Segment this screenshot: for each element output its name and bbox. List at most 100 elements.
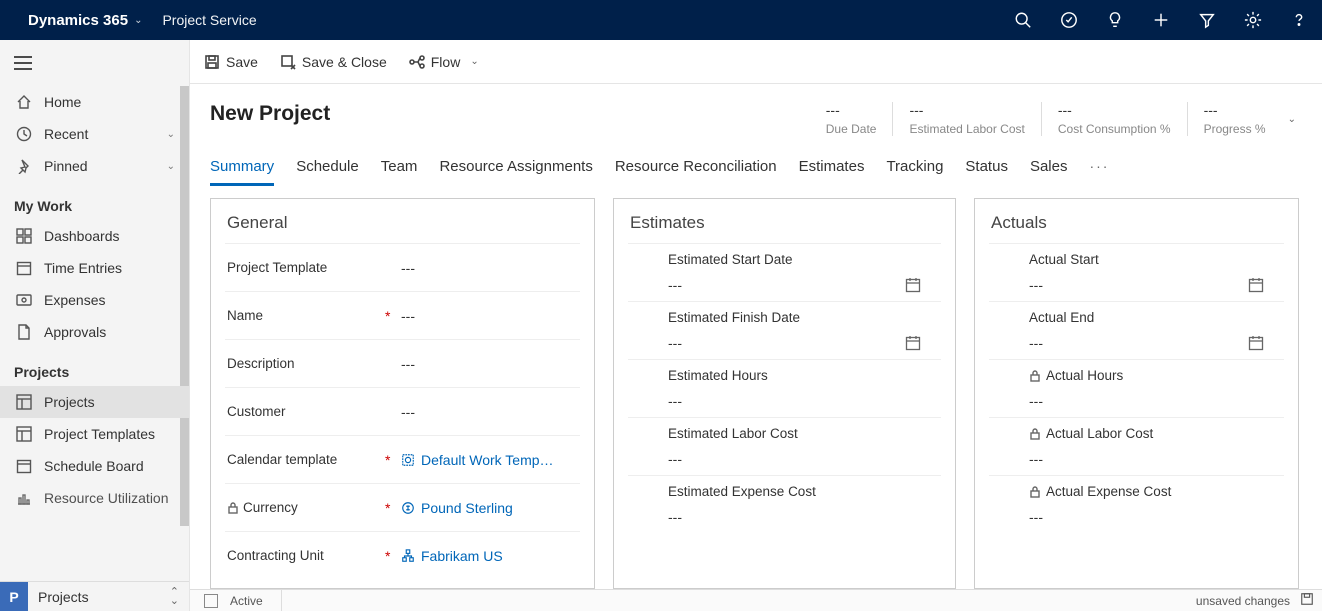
save-close-icon bbox=[280, 54, 296, 70]
field-est-start-date[interactable]: Estimated Start Date --- bbox=[628, 243, 941, 301]
tab-resource-reconciliation[interactable]: Resource Reconciliation bbox=[615, 158, 777, 186]
sidebar-item-recent[interactable]: Recent ⌄ bbox=[0, 118, 189, 150]
tab-resource-assignments[interactable]: Resource Assignments bbox=[439, 158, 592, 186]
sidebar-item-resource-utilization[interactable]: Resource Utilization bbox=[0, 482, 189, 514]
flow-button[interactable]: Flow ⌄ bbox=[409, 54, 479, 70]
field-est-labor-cost[interactable]: Estimated Labor Cost --- bbox=[628, 417, 941, 475]
command-bar: Save Save & Close Flow ⌄ bbox=[190, 40, 1322, 84]
field-est-hours[interactable]: Estimated Hours --- bbox=[628, 359, 941, 417]
field-actual-expense-cost[interactable]: Actual Expense Cost --- bbox=[989, 475, 1284, 533]
chevron-down-icon: ⌄ bbox=[470, 56, 478, 67]
field-calendar-template[interactable]: Calendar template * Default Work Temp… bbox=[225, 435, 580, 483]
field-contracting-unit[interactable]: Contracting Unit * Fabrikam US bbox=[225, 531, 580, 579]
field-est-expense-cost[interactable]: Estimated Expense Cost --- bbox=[628, 475, 941, 533]
tab-schedule[interactable]: Schedule bbox=[296, 158, 359, 186]
sidebar-item-label: Expenses bbox=[44, 292, 105, 308]
form-tabs: Summary Schedule Team Resource Assignmen… bbox=[190, 136, 1322, 186]
currency-icon bbox=[401, 501, 415, 515]
field-project-template[interactable]: Project Template --- bbox=[225, 243, 580, 291]
calendar-icon[interactable] bbox=[1248, 335, 1264, 351]
sidebar-item-label: Home bbox=[44, 94, 81, 110]
calendar-icon[interactable] bbox=[1248, 277, 1264, 293]
sidebar-item-home[interactable]: Home bbox=[0, 86, 189, 118]
sidebar-section-mywork: My Work bbox=[0, 182, 189, 220]
status-bar: Active unsaved changes bbox=[190, 589, 1322, 611]
sidebar-item-time-entries[interactable]: Time Entries bbox=[0, 252, 189, 284]
section-title: Actuals bbox=[975, 199, 1298, 243]
page-title: New Project bbox=[210, 102, 330, 126]
sidebar-section-projects: Projects bbox=[0, 348, 189, 386]
sidebar-item-label: Dashboards bbox=[44, 228, 120, 244]
section-title: Estimates bbox=[614, 199, 955, 243]
app-name-label[interactable]: Project Service bbox=[162, 12, 256, 28]
save-close-button[interactable]: Save & Close bbox=[280, 54, 387, 70]
field-actual-labor-cost[interactable]: Actual Labor Cost --- bbox=[989, 417, 1284, 475]
chevron-down-icon: ⌄ bbox=[167, 161, 175, 172]
record-status[interactable]: Active bbox=[190, 590, 282, 611]
document-icon bbox=[14, 324, 34, 340]
filter-icon[interactable] bbox=[1184, 0, 1230, 40]
sidebar-item-pinned[interactable]: Pinned ⌄ bbox=[0, 150, 189, 182]
sidebar-item-approvals[interactable]: Approvals bbox=[0, 316, 189, 348]
section-general: General Project Template --- Name * --- … bbox=[210, 198, 595, 589]
add-icon[interactable] bbox=[1138, 0, 1184, 40]
app-launcher-icon[interactable] bbox=[0, 11, 28, 29]
field-currency[interactable]: Currency * Pound Sterling bbox=[225, 483, 580, 531]
tab-sales[interactable]: Sales bbox=[1030, 158, 1068, 186]
section-actuals: Actuals Actual Start --- Actual End --- … bbox=[974, 198, 1299, 589]
up-down-icon[interactable]: ⌃⌄ bbox=[160, 588, 189, 606]
area-label: Projects bbox=[28, 589, 160, 605]
clock-icon bbox=[14, 126, 34, 142]
tab-team[interactable]: Team bbox=[381, 158, 418, 186]
chevron-down-icon: ⌄ bbox=[167, 129, 175, 140]
sidebar-item-project-templates[interactable]: Project Templates bbox=[0, 418, 189, 450]
tab-summary[interactable]: Summary bbox=[210, 158, 274, 186]
metric-est-labor-cost[interactable]: --- Estimated Labor Cost bbox=[892, 102, 1040, 136]
field-description[interactable]: Description --- bbox=[225, 339, 580, 387]
help-icon[interactable] bbox=[1276, 0, 1322, 40]
sidebar-item-label: Approvals bbox=[44, 324, 106, 340]
field-customer[interactable]: Customer --- bbox=[225, 387, 580, 435]
brand-label[interactable]: Dynamics 365 bbox=[28, 12, 134, 29]
sidebar-item-expenses[interactable]: Expenses bbox=[0, 284, 189, 316]
sidebar-area-switcher[interactable]: P Projects ⌃⌄ bbox=[0, 581, 189, 611]
save-icon[interactable] bbox=[1300, 592, 1322, 609]
save-icon bbox=[204, 54, 220, 70]
task-icon[interactable] bbox=[1046, 0, 1092, 40]
field-actual-hours[interactable]: Actual Hours --- bbox=[989, 359, 1284, 417]
metric-progress[interactable]: --- Progress % bbox=[1187, 102, 1282, 136]
field-actual-end[interactable]: Actual End --- bbox=[989, 301, 1284, 359]
metric-due-date[interactable]: --- Due Date bbox=[810, 102, 893, 136]
tab-tracking[interactable]: Tracking bbox=[886, 158, 943, 186]
chevron-down-icon[interactable]: ⌄ bbox=[134, 15, 162, 26]
sidebar-item-label: Project Templates bbox=[44, 426, 155, 442]
chevron-down-icon[interactable]: ⌄ bbox=[1282, 102, 1302, 136]
calendar-icon[interactable] bbox=[905, 335, 921, 351]
sidebar-item-projects[interactable]: Projects bbox=[0, 386, 189, 418]
cmd-label: Save bbox=[226, 54, 258, 70]
field-name[interactable]: Name * --- bbox=[225, 291, 580, 339]
form-header: New Project --- Due Date --- Estimated L… bbox=[190, 84, 1322, 136]
search-icon[interactable] bbox=[1000, 0, 1046, 40]
metric-cost-consumption[interactable]: --- Cost Consumption % bbox=[1041, 102, 1187, 136]
money-icon bbox=[14, 292, 34, 308]
field-est-finish-date[interactable]: Estimated Finish Date --- bbox=[628, 301, 941, 359]
field-actual-start[interactable]: Actual Start --- bbox=[989, 243, 1284, 301]
section-estimates: Estimates Estimated Start Date --- Estim… bbox=[613, 198, 956, 589]
tab-status[interactable]: Status bbox=[965, 158, 1008, 186]
dashboard-icon bbox=[14, 228, 34, 244]
pin-icon bbox=[14, 158, 34, 174]
sidebar-item-label: Resource Utilization bbox=[44, 490, 169, 506]
lightbulb-icon[interactable] bbox=[1092, 0, 1138, 40]
calendar-icon[interactable] bbox=[905, 277, 921, 293]
tab-overflow[interactable]: ··· bbox=[1089, 158, 1109, 186]
sidebar-item-schedule-board[interactable]: Schedule Board bbox=[0, 450, 189, 482]
gear-icon[interactable] bbox=[1230, 0, 1276, 40]
area-tile: P bbox=[0, 582, 28, 611]
sidebar-item-dashboards[interactable]: Dashboards bbox=[0, 220, 189, 252]
grid-icon bbox=[14, 394, 34, 410]
tab-estimates[interactable]: Estimates bbox=[799, 158, 865, 186]
sidebar-item-label: Pinned bbox=[44, 158, 88, 174]
hamburger-icon[interactable] bbox=[0, 40, 189, 83]
save-button[interactable]: Save bbox=[204, 54, 258, 70]
